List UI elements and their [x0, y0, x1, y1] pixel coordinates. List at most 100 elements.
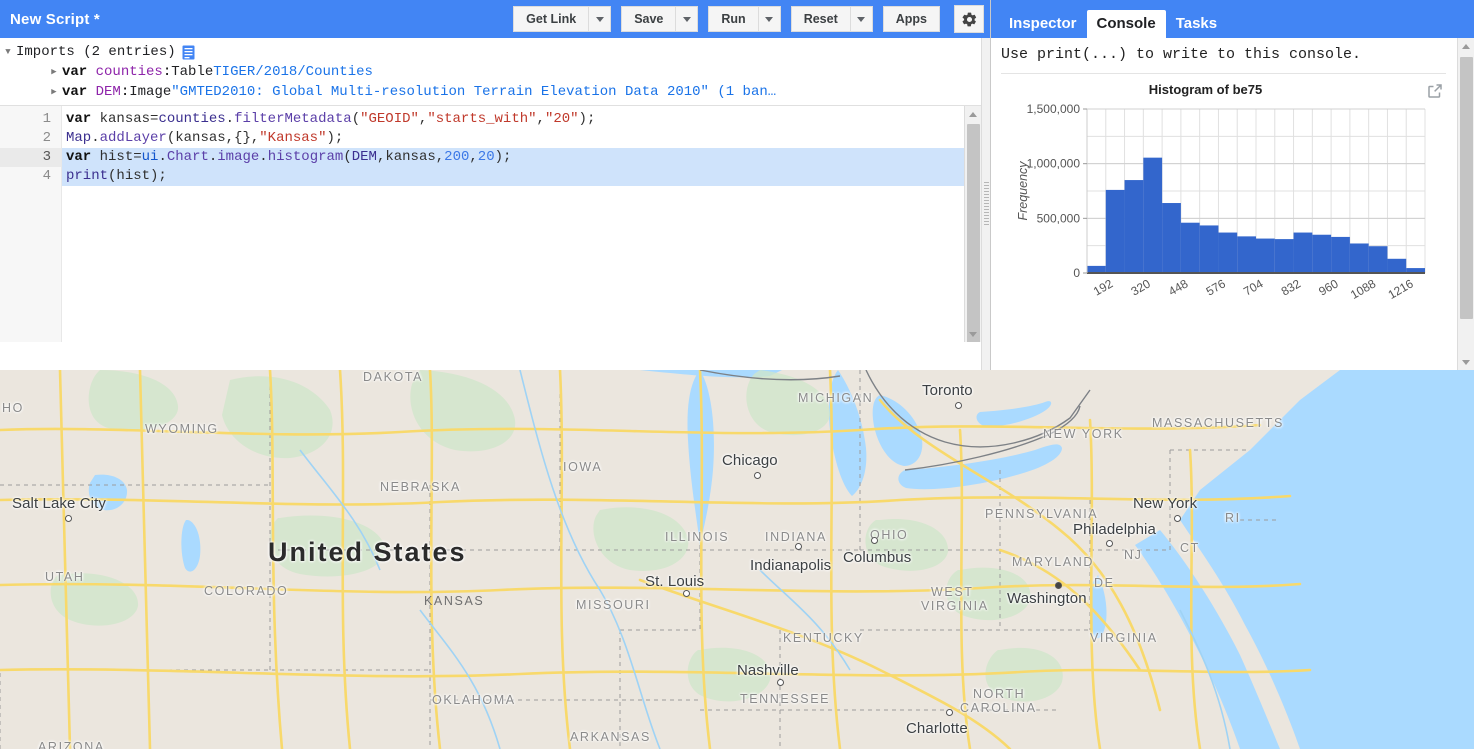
scroll-up-icon[interactable]	[1458, 38, 1474, 54]
map-label-city: New York	[1133, 495, 1198, 512]
save-button[interactable]: Save	[621, 6, 677, 32]
map-label-state: NJ	[1124, 548, 1143, 562]
toolbar-buttons: Get Link Save Run Reset Apps	[513, 5, 984, 33]
import-value: TIGER/2018/Counties	[213, 64, 373, 80]
import-sep: :	[120, 84, 130, 100]
scrollbar-thumb[interactable]	[1460, 57, 1473, 319]
map-label-state: VIRGINIA	[1090, 631, 1158, 645]
map-label-state: INDIANA	[765, 530, 827, 544]
map-label-state: MISSOURI	[576, 598, 651, 612]
console-tab-bar: Inspector Console Tasks	[991, 0, 1474, 38]
import-name: DEM	[95, 84, 121, 100]
apps-button[interactable]: Apps	[882, 6, 940, 32]
map-city-dot	[1174, 515, 1181, 522]
map-city-dot	[1106, 540, 1113, 547]
code-line-3[interactable]: var hist=ui.Chart.image.histogram(DEM,ka…	[62, 148, 990, 167]
line-number-gutter: 1 2 3 4	[0, 106, 62, 342]
import-type: Image	[129, 84, 172, 100]
scroll-down-icon[interactable]	[965, 326, 981, 342]
caret-right-icon[interactable]: ▶	[46, 82, 62, 102]
run-dropdown-icon[interactable]	[758, 6, 781, 32]
svg-text:500,000: 500,000	[1037, 211, 1081, 225]
console-pane: Inspector Console Tasks Use print(...) t…	[991, 0, 1474, 370]
map-city-dot	[955, 402, 962, 409]
tab-inspector[interactable]: Inspector	[999, 10, 1087, 38]
map-city-dot	[683, 590, 690, 597]
caret-down-icon[interactable]: ▼	[0, 42, 16, 62]
map-city-dot	[946, 709, 953, 716]
map-city-dot	[871, 537, 878, 544]
map-label-state: HO	[2, 401, 24, 415]
document-icon[interactable]	[182, 45, 195, 60]
console-body: Use print(...) to write to this console.…	[991, 38, 1474, 370]
console-hint-text: Use print(...) to write to this console.	[1001, 46, 1362, 63]
map-city-dot	[795, 543, 802, 550]
map-label-state: WYOMING	[145, 422, 219, 436]
line-number: 4	[42, 168, 51, 184]
top-panels: New Script * Get Link Save Run Reset App…	[0, 0, 1474, 370]
svg-text:448: 448	[1166, 276, 1191, 298]
map-label-state: TENNESSEE	[740, 692, 831, 706]
map-label-state: ILLINOIS	[665, 530, 730, 544]
run-button[interactable]: Run	[708, 6, 759, 32]
map-label-state: DAKOTA	[363, 370, 424, 384]
gee-code-editor-app: New Script * Get Link Save Run Reset App…	[0, 0, 1474, 749]
code-line-4[interactable]: print(hist);	[62, 167, 990, 186]
import-sep: :	[162, 64, 172, 80]
map-city-dot	[754, 472, 761, 479]
map-label-state: ARIZONA	[38, 740, 105, 749]
scrollbar-thumb[interactable]	[967, 124, 980, 342]
import-value: "GMTED2010: Global Multi-resolution Terr…	[171, 84, 777, 100]
console-vertical-scrollbar[interactable]	[1457, 38, 1474, 370]
apps-group: Apps	[882, 6, 940, 32]
script-title: New Script *	[10, 10, 100, 28]
chart-title: Histogram of be75	[1148, 82, 1263, 97]
get-link-button[interactable]: Get Link	[513, 6, 590, 32]
map-label-city: Indianapolis	[750, 557, 832, 574]
map-label-state: VIRGINIA	[921, 599, 989, 613]
map-label-state: MICHIGAN	[798, 391, 874, 405]
svg-text:192: 192	[1091, 276, 1116, 298]
map-label-city: Philadelphia	[1073, 521, 1156, 538]
code-text[interactable]: var kansas=counties.filterMetadata("GEOI…	[62, 106, 990, 342]
histogram-chart[interactable]: 0 500,000 1,000,000 1,500,000 Frequency 192 32…	[1001, 101, 1441, 316]
import-entry-dem[interactable]: ▶ var DEM : Image "GMTED2010: Global Mul…	[0, 82, 990, 102]
map-label-city: Toronto	[922, 382, 973, 399]
code-line-1[interactable]: var kansas=counties.filterMetadata("GEOI…	[62, 110, 990, 129]
open-in-new-icon[interactable]	[1426, 82, 1444, 100]
map-label-state: NEW YORK	[1043, 427, 1124, 441]
scroll-up-icon[interactable]	[965, 106, 981, 122]
import-entry-counties[interactable]: ▶ var counties : Table TIGER/2018/Counti…	[0, 62, 990, 82]
gear-icon[interactable]	[954, 5, 984, 33]
svg-text:704: 704	[1241, 276, 1266, 298]
map-canvas[interactable]: United States HO WYOMING DAKOTA NEBRASKA IOWA…	[0, 370, 1474, 749]
imports-section[interactable]: ▼ Imports (2 entries) ▶ var counties: T…	[0, 38, 990, 106]
map-label-state: OKLAHOMA	[432, 693, 516, 707]
map-label-state: MASSACHUSETTS	[1152, 416, 1284, 430]
svg-text:1216: 1216	[1386, 276, 1416, 302]
map-label-state: CAROLINA	[960, 701, 1037, 715]
imports-header[interactable]: ▼ Imports (2 entries)	[0, 42, 990, 62]
import-type: Table	[171, 64, 214, 80]
get-link-dropdown-icon[interactable]	[589, 6, 612, 32]
map-label-state: IOWA	[563, 460, 603, 474]
map-label-city: Washington	[1007, 590, 1087, 607]
scroll-down-icon[interactable]	[1458, 354, 1474, 370]
editor-pane: New Script * Get Link Save Run Reset App…	[0, 0, 991, 370]
editor-vertical-scrollbar[interactable]	[964, 106, 981, 342]
map-label-state: UTAH	[45, 570, 85, 584]
save-dropdown-icon[interactable]	[676, 6, 699, 32]
reset-button[interactable]: Reset	[790, 6, 851, 32]
reset-group: Reset	[790, 6, 873, 32]
code-area[interactable]: 1 2 3 4 var kansas=counties.filterMetada…	[0, 106, 990, 342]
tab-console[interactable]: Console	[1086, 10, 1166, 38]
splitter-grip-icon[interactable]	[984, 182, 989, 226]
code-line-2[interactable]: Map.addLayer(kansas,{},"Kansas");	[62, 129, 990, 148]
map-label-state: CT	[1180, 541, 1200, 555]
map-label-city: Nashville	[737, 662, 799, 679]
caret-right-icon[interactable]: ▶	[46, 62, 62, 82]
import-keyword: var	[62, 64, 88, 80]
tab-tasks[interactable]: Tasks	[1166, 10, 1227, 38]
reset-dropdown-icon[interactable]	[850, 6, 873, 32]
map-city-dot	[65, 515, 72, 522]
